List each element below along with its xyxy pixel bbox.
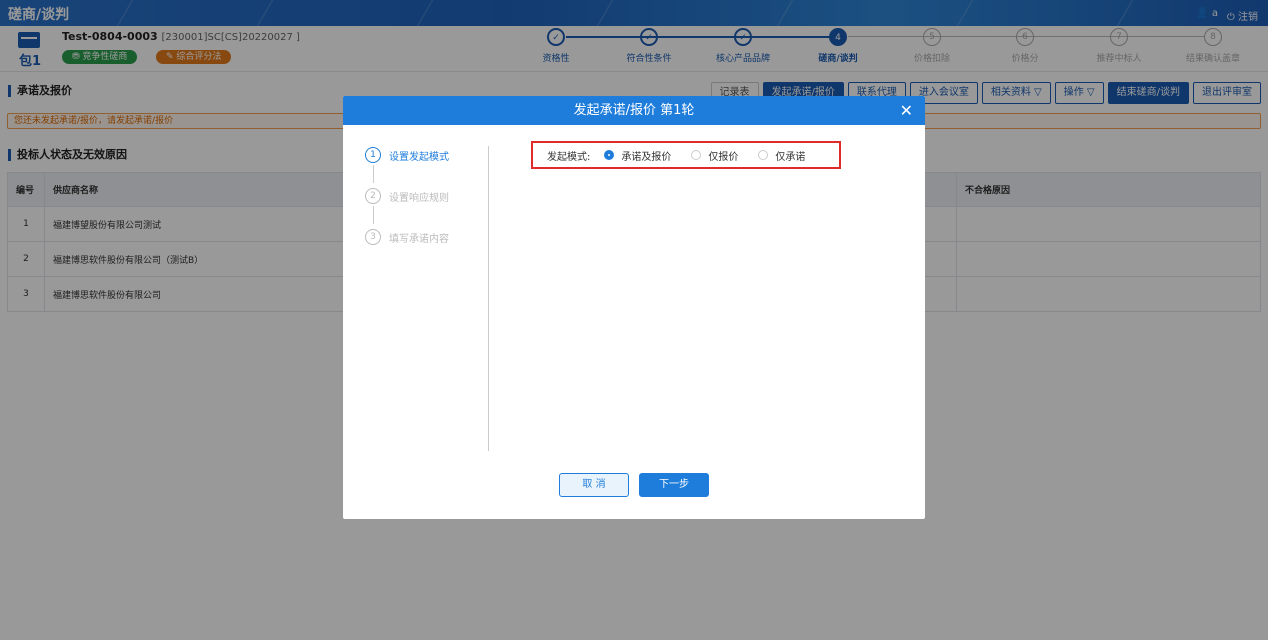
close-icon[interactable]: ✕: [900, 96, 913, 125]
step-label: 填写承诺内容: [389, 233, 449, 245]
dialog-header: 发起承诺/报价 第1轮 ✕: [343, 96, 925, 125]
mode-label: 发起模式:: [547, 151, 591, 163]
wizard-step-2: 2 设置响应规则: [365, 188, 449, 204]
radio-quote-only[interactable]: 仅报价: [691, 148, 738, 163]
radio-checked-icon: [604, 150, 615, 160]
next-button[interactable]: 下一步: [639, 473, 709, 497]
radio-label: 承诺及报价: [621, 151, 672, 163]
step-number: 1: [365, 147, 381, 163]
step-number: 3: [365, 229, 381, 245]
dialog-title: 发起承诺/报价 第1轮: [573, 103, 695, 118]
step-label: 设置响应规则: [389, 192, 449, 204]
wizard-connector: [373, 165, 374, 183]
wizard-step-3: 3 填写承诺内容: [365, 229, 449, 245]
radio-unchecked-icon: [691, 150, 702, 160]
mode-selector: 发起模式: 承诺及报价 仅报价 仅承诺: [531, 141, 841, 169]
initiate-quote-dialog: 发起承诺/报价 第1轮 ✕ 1 设置发起模式 2 设置响应规则 3 填写承诺内容 发起…: [343, 96, 925, 519]
wizard-step-1: 1 设置发起模式: [365, 147, 449, 163]
radio-commit-only[interactable]: 仅承诺: [758, 148, 805, 163]
wizard-connector: [373, 206, 374, 224]
step-label: 设置发起模式: [389, 151, 449, 163]
radio-label: 仅承诺: [775, 151, 806, 163]
dialog-divider: [488, 146, 489, 451]
radio-commit-and-quote[interactable]: 承诺及报价: [604, 148, 671, 163]
cancel-button[interactable]: 取 消: [559, 473, 629, 497]
radio-unchecked-icon: [758, 150, 769, 160]
step-number: 2: [365, 188, 381, 204]
radio-label: 仅报价: [708, 151, 739, 163]
